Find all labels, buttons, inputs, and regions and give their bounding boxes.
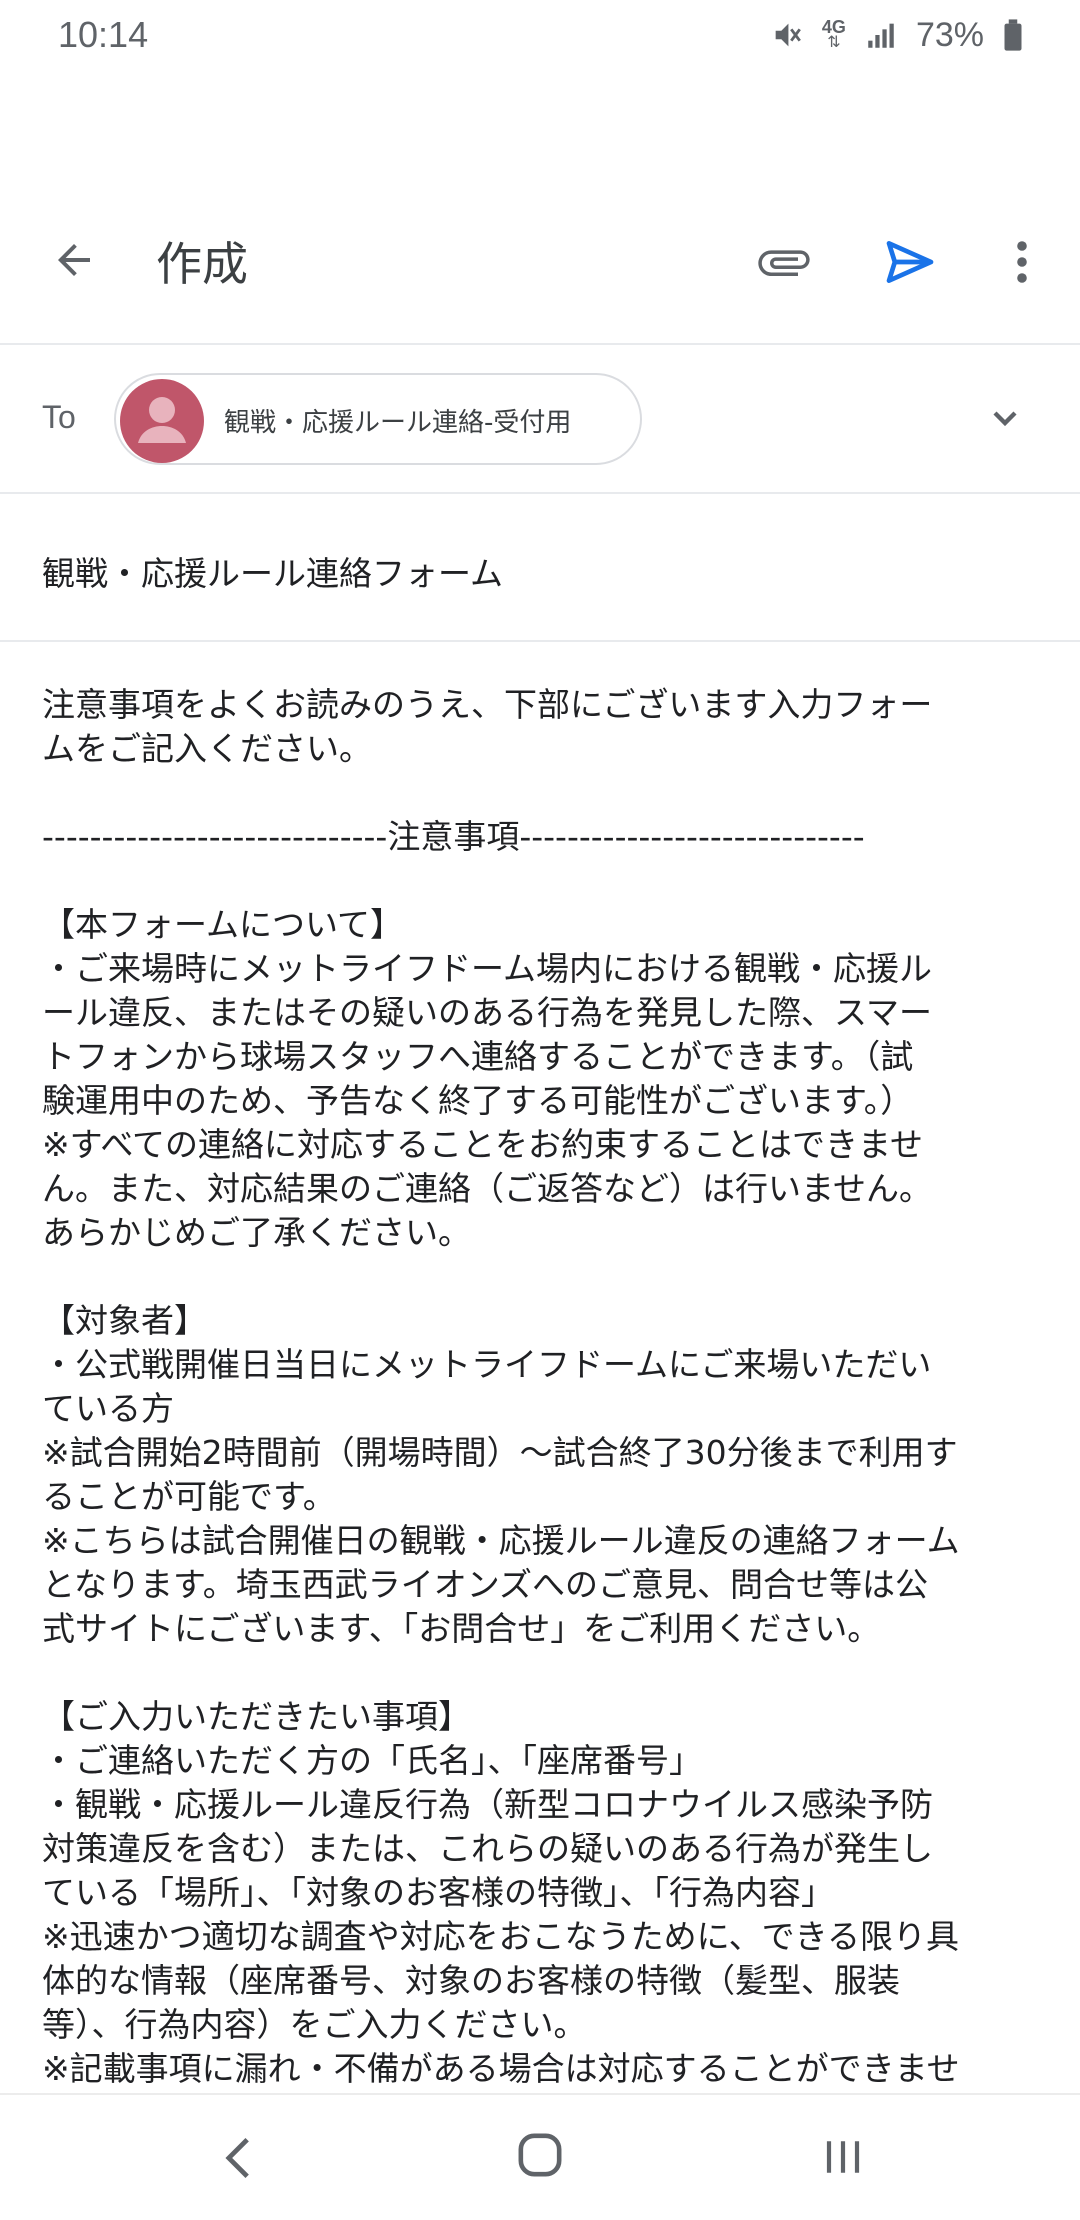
body-line: となります。埼玉西武ライオンズへのご意見、問合せ等は公 [42,1565,929,1604]
attach-button[interactable] [752,230,816,294]
body-line: あらかじめご了承ください。 [42,1213,471,1252]
more-options-button[interactable] [996,230,1048,294]
network-type: 4G [821,17,846,37]
body-line: -----------------------------注意事項-------… [42,817,865,856]
body-line: ・観戦・応援ルール違反行為（新型コロナウイルス感染予防 [42,1785,933,1824]
body-line [42,771,1052,815]
divider [0,640,1080,642]
nav-recents-button[interactable] [818,2133,868,2181]
body-line: ムをご記入ください。 [42,729,372,768]
recipient-chip[interactable]: 観戦・応援ルール連絡-受付用 [114,373,642,465]
attach-icon [758,250,810,276]
battery-level: 73% [915,15,984,54]
nav-back-button[interactable] [216,2133,260,2183]
body-line: ん。また、対応結果のご連絡（ご返答など）は行いません。 [42,1169,933,1208]
body-line [42,859,1052,903]
body-line [42,1255,1052,1299]
status-time: 10:14 [58,14,149,55]
body-line: ※記載事項に漏れ・不備がある場合は対応することができませ [42,2049,960,2088]
body-line [42,1651,1052,1695]
person-icon [138,397,186,443]
body-line: 等）、行為内容）をご入力ください。 [42,2005,587,2044]
to-label: To [42,399,76,435]
page-title: 作成 [156,237,248,291]
network-4g-icon: 4G ⇅ [821,17,846,51]
chevron-down-icon [993,411,1017,427]
body-line: ※迅速かつ適切な調査や対応をおこなうために、できる限り具 [42,1917,960,1956]
subject-field[interactable]: 観戦・応援ルール連絡フォーム [42,547,503,595]
body-field[interactable]: 注意事項をよくお読みのうえ、下部にございます入力フォー ムをご記入ください。 ---… [42,683,1052,2091]
body-line: ・ご連絡いただく方の「氏名」、「座席番号」 [42,1741,702,1780]
more-vert-icon [1017,241,1027,283]
body-line: ている「場所」、「対象のお客様の特徴」、「行為内容」 [42,1873,834,1912]
body-line: ール違反、またはその疑いのある行為を発見した際、スマー [42,993,933,1032]
avatar [120,379,204,463]
body-line: ・公式戦開催日当日にメットライフドームにご来場いただい [42,1345,932,1384]
body-line: 【ご入力いただきたい事項】 [42,1697,471,1736]
app-bar: 作成 [0,200,1080,326]
body-line: ている方 [42,1389,174,1428]
battery-icon [1002,18,1024,52]
body-line: トフォンから球場スタッフへ連絡することができます。（試 [42,1037,914,1076]
body-line: 験運用中のため、予告なく終了する可能性がございます。） [42,1081,914,1120]
expand-recipients-button[interactable] [980,393,1030,443]
body-line: ・ご来場時にメットライフドーム場内における観戦・応援ル [42,949,933,988]
nav-home-button[interactable] [516,2131,564,2179]
body-line: ※こちらは試合開催日の観戦・応援ルール違反の連絡フォーム [42,1521,960,1560]
body-line: ※試合開始2時間前（開場時間）〜試合終了30分後まで利用す [42,1433,958,1472]
back-button[interactable] [46,232,102,288]
signal-icon [864,18,898,52]
back-arrow-icon [58,244,90,276]
body-line: 注意事項をよくお読みのうえ、下部にございます入力フォー [42,685,933,724]
body-line: 対策違反を含む）または、これらの疑いのある行為が発生し [42,1829,933,1868]
navigation-bar [0,2093,1080,2220]
mute-icon [770,18,804,52]
body-line: 【対象者】 [42,1301,207,1340]
divider [0,492,1080,494]
recipient-name: 観戦・応援ルール連絡-受付用 [224,408,572,438]
nav-home-icon [518,2133,562,2177]
body-line: ることが可能です。 [42,1477,336,1516]
body-line: 体的な情報（座席番号、対象のお客様の特徴（髪型、服装 [42,1961,900,2000]
status-bar: 10:14 4G ⇅ 73% [0,0,1080,70]
body-line: 式サイトにございます、「お問合せ」をご利用ください。 [42,1609,881,1648]
network-arrows: ⇅ [827,34,841,51]
to-row: To 観戦・応援ルール連絡-受付用 [0,345,1080,493]
body-line: 【本フォームについて】 [42,905,404,944]
compose-screen: 10:14 4G ⇅ 73% 作成 To 観戦・応援ルール連絡-受付用 観戦・応… [0,0,1080,2220]
send-icon [886,241,934,283]
status-icons: 4G ⇅ 73% [770,16,1024,55]
nav-back-icon [225,2137,249,2179]
body-line: ※すべての連絡に対応することをお約束することはできませ [42,1125,924,1164]
send-button[interactable] [878,230,942,294]
nav-recents-icon [826,2141,860,2173]
